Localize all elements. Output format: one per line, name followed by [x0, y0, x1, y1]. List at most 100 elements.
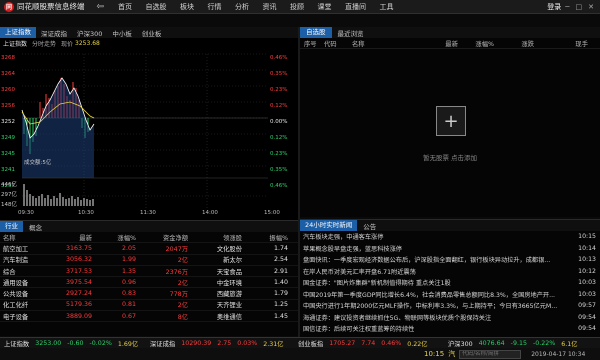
- ticker-value: 1705.27: [329, 339, 356, 347]
- col-last[interactable]: 最新: [412, 39, 458, 48]
- col-vol[interactable]: 现手: [534, 39, 588, 48]
- ticker-sh[interactable]: 上证指数 3253.00 -0.60 -0.02% 1.69亿: [0, 339, 150, 348]
- tab-sz-index[interactable]: 深证成指: [36, 28, 72, 38]
- news-item[interactable]: 盘面快讯：一季度宏观经济数据公布后，沪深股指全面翻红，银行板块异动拉升，成都银.…: [303, 254, 596, 266]
- table-row[interactable]: 航空加工 3163.75 2.05 2047万 文化股份 1.74: [0, 243, 298, 255]
- tab-gem[interactable]: 创业板: [137, 28, 167, 38]
- title-bar: 同 同花顺股票信息终端 ⇦ 首页 自选股 板块 行情 分析 资讯 投顾 课堂 直…: [0, 0, 600, 14]
- news-title: 国信证券：后续可关注权重蓝筹的持续性: [303, 326, 415, 334]
- cell-chg: 1.35: [121, 267, 136, 275]
- news-title: 在岸人民币对美元汇率开盘6.71附近震荡: [303, 268, 416, 276]
- y-label: 3264: [1, 71, 15, 77]
- ticker-pct: -0.02%: [89, 339, 112, 347]
- col-net[interactable]: 资金净额: [136, 233, 188, 242]
- index-tabs: 上证指数 深证成指 沪深300 中小板 创业板: [0, 27, 298, 38]
- tab-announcements[interactable]: 公告: [357, 221, 382, 231]
- cell-amp: 1.40: [273, 278, 288, 286]
- col-last[interactable]: 最新: [52, 233, 92, 242]
- search-input[interactable]: [459, 349, 522, 359]
- ticker-pct: -0.22%: [532, 339, 556, 347]
- menu-watchlist[interactable]: 自选股: [146, 2, 167, 12]
- cell-amp: 2.91: [273, 267, 288, 275]
- ticker-change: -9.15: [510, 339, 527, 347]
- col-index[interactable]: 序号: [300, 39, 324, 48]
- menu-news[interactable]: 资讯: [263, 2, 277, 12]
- table-row[interactable]: 综合 3717.53 1.35 2376万 天宝食品 2.91: [0, 266, 298, 278]
- col-code[interactable]: 代码: [324, 39, 352, 48]
- y-label: 3256: [1, 103, 15, 109]
- news-item[interactable]: 在岸人民币对美元汇率开盘6.71附近震荡 10:12: [303, 266, 596, 278]
- menu-market[interactable]: 行情: [208, 2, 222, 12]
- cell-chg: 1.99: [121, 256, 136, 264]
- maximize-icon[interactable]: □: [576, 3, 583, 11]
- tab-sh-index[interactable]: 上证指数: [0, 27, 36, 38]
- table-row[interactable]: 公共设备 2927.24 0.83 778万 西藏旅游 1.79: [0, 288, 298, 300]
- y-pct-label: 0.23%: [270, 87, 288, 93]
- y-pct-label: 0.46%: [270, 55, 288, 61]
- add-stock-button[interactable]: +: [436, 106, 466, 136]
- cell-chg: 0.67: [121, 312, 136, 320]
- clock: 10:15: [424, 350, 445, 358]
- table-row[interactable]: 化工化纤 5179.36 0.81 2亿 天齐锂业 1.25: [0, 300, 298, 312]
- y-pct-label: 0.12%: [270, 135, 288, 141]
- cell-amp: 1.74: [273, 244, 288, 252]
- tab-watchlist[interactable]: 自选股: [300, 27, 332, 38]
- ticker-hs300[interactable]: 沪深300 4076.64 -9.15 -0.22% 6.1亿: [448, 339, 596, 348]
- col-name[interactable]: 名称: [0, 233, 52, 242]
- cell-name: 公共设备: [3, 291, 29, 299]
- table-row[interactable]: 汽车制造 3056.32 1.99 2亿 新太尔 2.54: [0, 255, 298, 266]
- menu-live[interactable]: 直播间: [345, 2, 366, 12]
- col-pct[interactable]: 涨幅%: [458, 39, 494, 48]
- ticker-label: 创业板指: [298, 340, 324, 348]
- cell-net: 2047万: [165, 245, 188, 253]
- ticker-change: -0.60: [67, 339, 84, 347]
- ticker-value: 10290.39: [181, 339, 212, 347]
- col-lead[interactable]: 领涨股: [188, 233, 242, 242]
- col-chg[interactable]: 涨幅%: [92, 233, 136, 242]
- news-item[interactable]: 苹果概念股早盘走强，蓝思科技涨停 10:14: [303, 243, 596, 255]
- menu-home[interactable]: 首页: [118, 2, 132, 12]
- minimize-icon[interactable]: ─: [565, 3, 569, 11]
- news-item[interactable]: 中国2019年第一季度GDP同比增长6.4%，社会消费品零售总额同比8.3%，全…: [303, 289, 596, 301]
- menu-sector[interactable]: 板块: [180, 2, 194, 12]
- cell-name: 电子设备: [3, 313, 29, 321]
- news-item[interactable]: 汽车板块走强，中通客车涨停 10:15: [303, 231, 596, 243]
- empty-hint[interactable]: 暂无股票 点击添加: [300, 152, 600, 162]
- news-item[interactable]: 国金证券："图片炸集群"新机制值得期待 重点关注1股 10:03: [303, 277, 596, 289]
- cell-last: 3163.75: [65, 244, 92, 252]
- news-time: 10:03: [578, 290, 596, 298]
- menu-classroom[interactable]: 课堂: [318, 2, 332, 12]
- col-name[interactable]: 名称: [352, 39, 412, 48]
- sector-tabs: 行业 概念: [0, 221, 298, 232]
- tab-concept[interactable]: 概念: [23, 222, 48, 232]
- login-button[interactable]: 登录: [547, 2, 561, 12]
- back-arrow-icon[interactable]: ⇦: [97, 2, 105, 12]
- tab-news-24h[interactable]: 24小时实时新闻: [300, 220, 358, 231]
- menu-analysis[interactable]: 分析: [235, 2, 249, 12]
- menu-tools[interactable]: 工具: [380, 2, 394, 12]
- watchlist-panel: 自选股 最近浏览 序号 代码 名称 最新 涨幅% 涨跌 现手 + 暂无股票 点击…: [300, 27, 600, 217]
- ticker-gem[interactable]: 创业板指 1705.27 7.74 0.46% 0.22亿: [298, 339, 448, 348]
- ticker-value: 3253.00: [35, 339, 62, 347]
- y-label: 3268: [1, 55, 15, 61]
- cell-last: 3889.09: [65, 312, 92, 320]
- index-ticker-bar: 上证指数 3253.00 -0.60 -0.02% 1.69亿 深证成指 102…: [0, 337, 600, 348]
- news-item[interactable]: 海通证券：建议投资者继续抓住5G、物联网等板块优质个股保持关注 09:54: [303, 312, 596, 324]
- tab-industry[interactable]: 行业: [0, 221, 23, 232]
- tab-recent[interactable]: 最近浏览: [332, 28, 370, 38]
- fund-flow-indicator[interactable]: 汽: [448, 349, 455, 359]
- cell-amp: 1.25: [273, 301, 288, 309]
- tab-hs300[interactable]: 沪深300: [72, 28, 107, 38]
- tab-sme[interactable]: 中小板: [107, 28, 137, 38]
- col-amp[interactable]: 振幅%: [242, 233, 292, 242]
- ticker-sz[interactable]: 深证成指 10290.39 2.75 0.03% 2.31亿: [150, 339, 298, 348]
- news-item[interactable]: 中国央行进行1年期2000亿元MLF操作，中标利率3.3%，与上期持平；今日有3…: [303, 300, 596, 312]
- col-chg[interactable]: 涨跌: [494, 39, 534, 48]
- cell-lead: 文化股份: [216, 245, 242, 253]
- close-icon[interactable]: ✕: [588, 3, 594, 11]
- table-row[interactable]: 电子设备 3889.09 0.67 8亿 奥维通信 1.45: [0, 311, 298, 323]
- menu-advisor[interactable]: 投顾: [290, 2, 304, 12]
- cell-chg: 0.96: [121, 278, 136, 286]
- news-item[interactable]: 国信证券：后续可关注权重蓝筹的持续性 09:54: [303, 323, 596, 335]
- table-row[interactable]: 通用设备 3975.54 0.96 2亿 中金环境 1.40: [0, 277, 298, 289]
